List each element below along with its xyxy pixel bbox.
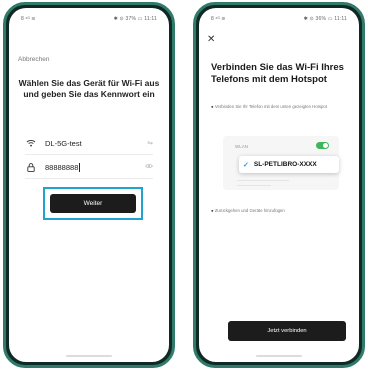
back-hint-text[interactable]: ● Zurückgehen und Geräte hinzufügen bbox=[211, 208, 349, 213]
home-indicator bbox=[66, 355, 112, 357]
placeholder-line bbox=[237, 185, 271, 186]
lock-icon bbox=[25, 162, 37, 172]
page-title: Verbinden Sie das Wi-Fi Ihres Telefons m… bbox=[211, 62, 344, 85]
wifi-network-name: DL-5G-test bbox=[45, 138, 82, 148]
status-bar: 8 ⁴ᴳ ≋ ✱ ⊙ 36% ▭ 11:11 bbox=[211, 15, 347, 23]
status-signal: 8 ⁴ᴳ ≋ bbox=[21, 16, 36, 22]
cancel-button[interactable]: Abbrechen bbox=[18, 56, 49, 63]
home-indicator bbox=[256, 355, 302, 357]
instruction-label: Verbinden Sie Ihr Telefon mit dem unten … bbox=[214, 104, 328, 109]
page-title: Wählen Sie das Gerät für Wi-Fi aus und g… bbox=[18, 78, 160, 99]
wifi-toggle bbox=[316, 142, 329, 149]
close-icon[interactable]: ✕ bbox=[207, 35, 215, 45]
back-hint-label: Zurückgehen und Geräte hinzufügen bbox=[214, 208, 285, 213]
status-battery-time: ✱ ⊙ 36% ▭ 11:11 bbox=[303, 16, 347, 22]
hotspot-entry: ✓ SL-PETLIBRO-XXXX bbox=[239, 156, 339, 173]
status-signal: 8 ⁴ᴳ ≋ bbox=[211, 16, 226, 22]
password-field[interactable]: 88888888 bbox=[25, 156, 153, 179]
right-phone-screen: 8 ⁴ᴳ ≋ ✱ ⊙ 36% ▭ 11:11 ✕ Verbinden Sie d… bbox=[199, 8, 359, 362]
instruction-text: ● Verbinden Sie Ihr Telefon mit dem unte… bbox=[211, 104, 347, 110]
status-bar: 8 ⁴ᴳ ≋ ✱ ⊙ 37% ▭ 11:11 bbox=[21, 15, 157, 23]
info-icon: ● bbox=[211, 208, 214, 213]
next-button[interactable]: Weiter bbox=[50, 194, 136, 213]
hotspot-name: SL-PETLIBRO-XXXX bbox=[253, 161, 317, 168]
left-phone-screen: 8 ⁴ᴳ ≋ ✱ ⊙ 37% ▭ 11:11 Abbrechen Wählen … bbox=[9, 8, 169, 362]
wifi-icon bbox=[25, 139, 37, 147]
check-icon: ✓ bbox=[243, 161, 249, 169]
swap-icon[interactable]: ⇋ bbox=[147, 139, 153, 147]
status-battery-time: ✱ ⊙ 37% ▭ 11:11 bbox=[113, 16, 157, 22]
placeholder-line bbox=[237, 180, 289, 181]
right-phone-frame: 8 ⁴ᴳ ≋ ✱ ⊙ 36% ▭ 11:11 ✕ Verbinden Sie d… bbox=[193, 2, 365, 368]
wifi-label: WLAN bbox=[235, 144, 249, 149]
eye-icon[interactable] bbox=[145, 163, 153, 171]
password-value: 88888888 bbox=[45, 162, 79, 172]
info-icon: ● bbox=[211, 104, 214, 109]
wifi-network-field[interactable]: DL-5G-test ⇋ bbox=[25, 132, 153, 155]
left-phone-frame: 8 ⁴ᴳ ≋ ✱ ⊙ 37% ▭ 11:11 Abbrechen Wählen … bbox=[3, 2, 175, 368]
connect-now-button[interactable]: Jetzt verbinden bbox=[228, 321, 346, 341]
text-cursor bbox=[79, 162, 81, 172]
